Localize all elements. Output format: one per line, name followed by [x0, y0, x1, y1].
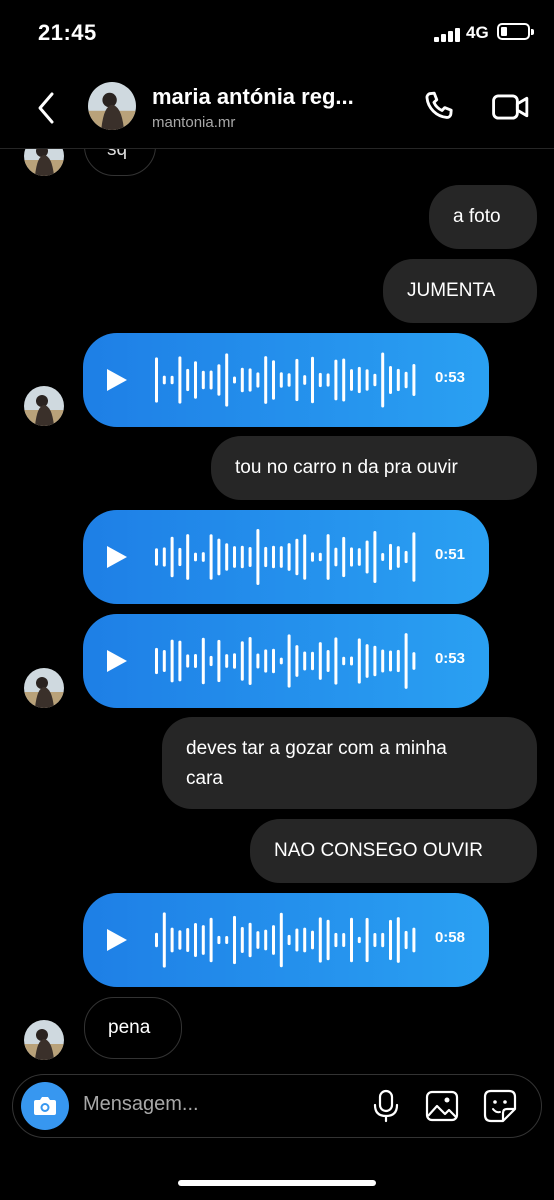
message-text: a foto — [453, 206, 501, 227]
sender-avatar — [24, 668, 64, 708]
gallery-icon[interactable] — [425, 1089, 459, 1123]
clock: 21:45 — [38, 20, 97, 45]
home-indicator[interactable] — [178, 1180, 376, 1186]
sender-avatar — [24, 386, 64, 426]
signal-icon — [434, 26, 464, 42]
message-composer[interactable]: Mensagem... — [12, 1074, 542, 1138]
waveform-icon — [155, 529, 416, 585]
voice-duration: 0:53 — [434, 369, 465, 386]
video-camera-icon[interactable] — [490, 88, 532, 126]
waveform-icon — [155, 633, 416, 689]
voice-message[interactable]: 0:51 — [83, 510, 489, 604]
contact-avatar[interactable] — [88, 82, 136, 130]
network-type: 4G — [466, 23, 489, 42]
outgoing-message[interactable]: JUMENTA — [383, 259, 537, 323]
voice-message[interactable]: 0:53 — [83, 333, 489, 427]
status-bar: 21:45 4G — [0, 0, 554, 68]
play-icon[interactable] — [107, 369, 127, 391]
play-icon[interactable] — [107, 929, 127, 951]
message-text: JUMENTA — [407, 280, 496, 301]
voice-message[interactable]: 0:58 — [83, 893, 489, 987]
message-input[interactable]: Mensagem... — [83, 1093, 199, 1116]
outgoing-message[interactable]: deves tar a gozar com a minha cara — [162, 717, 537, 809]
message-text: deves tar a gozar com a minha — [186, 738, 447, 759]
outgoing-message[interactable]: tou no carro n da pra ouvir — [211, 436, 537, 500]
waveform-icon — [155, 912, 416, 968]
voice-duration: 0:53 — [434, 650, 465, 667]
play-icon[interactable] — [107, 546, 127, 568]
incoming-message[interactable]: pena — [84, 997, 182, 1059]
chat-header: maria antónia reg... mantonia.mr — [0, 68, 554, 149]
sticker-icon[interactable] — [483, 1089, 517, 1123]
outgoing-message[interactable]: a foto — [429, 185, 537, 249]
camera-icon[interactable] — [21, 1082, 69, 1130]
back-chevron-icon[interactable] — [32, 88, 62, 128]
voice-message[interactable]: 0:53 — [83, 614, 489, 708]
message-text: tou no carro n da pra ouvir — [235, 457, 458, 478]
message-text: pena — [108, 1017, 151, 1038]
contact-name[interactable]: maria antónia reg... — [152, 84, 354, 110]
voice-duration: 0:51 — [434, 546, 465, 563]
sender-avatar — [24, 1020, 64, 1060]
microphone-icon[interactable] — [371, 1089, 401, 1123]
phone-icon[interactable] — [420, 88, 458, 126]
waveform-icon — [155, 352, 416, 408]
voice-duration: 0:58 — [434, 929, 465, 946]
contact-username[interactable]: mantonia.mr — [152, 114, 235, 131]
battery-icon — [497, 23, 534, 40]
message-text: NAO CONSEGO OUVIR — [274, 840, 484, 861]
outgoing-message[interactable]: NAO CONSEGO OUVIR — [250, 819, 537, 883]
message-text: cara — [186, 768, 223, 789]
play-icon[interactable] — [107, 650, 127, 672]
